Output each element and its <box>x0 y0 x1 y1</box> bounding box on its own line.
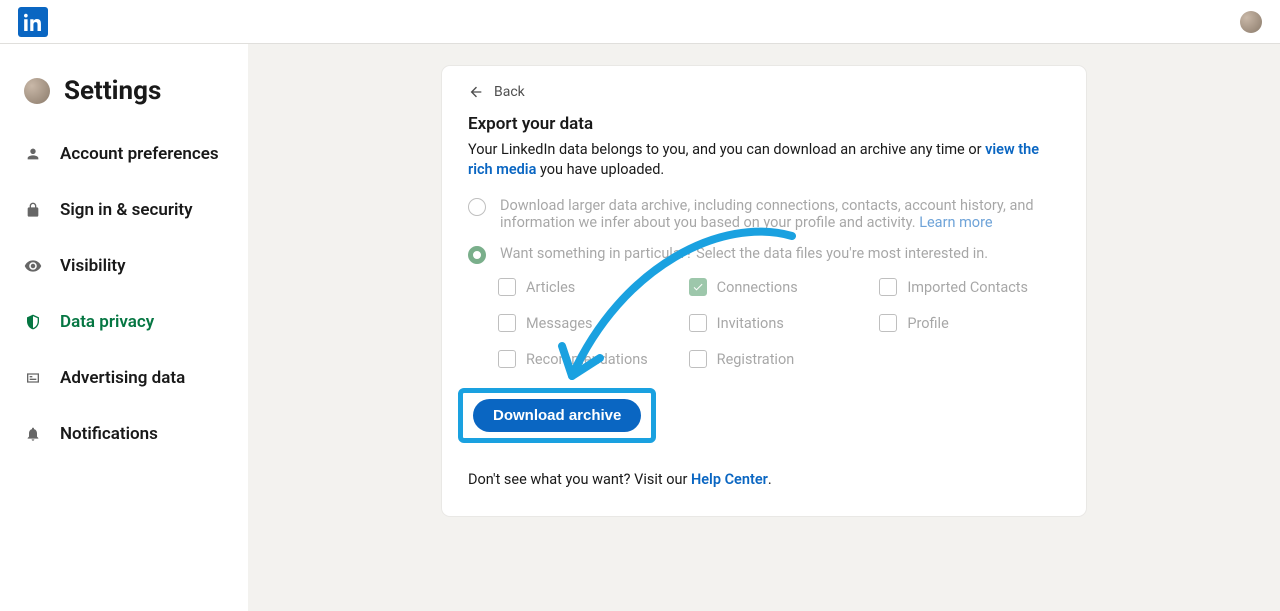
sidebar-item-label: Visibility <box>60 256 126 276</box>
checkbox-icon <box>689 278 707 296</box>
arrow-left-icon <box>468 84 484 100</box>
sidebar-item-label: Sign in & security <box>60 200 193 220</box>
person-icon <box>24 145 42 163</box>
learn-more-link[interactable]: Learn more <box>919 214 992 231</box>
lock-icon <box>24 201 42 219</box>
sidebar-item-visibility[interactable]: Visibility <box>0 238 248 294</box>
sidebar: Settings Account preferences Sign in & s… <box>0 44 248 611</box>
content-area: Back Export your data Your LinkedIn data… <box>248 44 1280 611</box>
checkbox-icon <box>498 350 516 368</box>
radio-option-full-archive[interactable]: Download larger data archive, including … <box>468 197 1060 231</box>
sidebar-item-account-preferences[interactable]: Account preferences <box>0 126 248 182</box>
annotation-highlight: Download archive <box>458 388 656 443</box>
top-bar <box>0 0 1280 44</box>
sidebar-item-signin-security[interactable]: Sign in & security <box>0 182 248 238</box>
bell-icon <box>24 425 42 443</box>
radio-icon <box>468 198 486 216</box>
sidebar-item-label: Data privacy <box>60 312 154 332</box>
shield-icon <box>24 313 42 331</box>
download-archive-button[interactable]: Download archive <box>473 399 641 432</box>
checkbox-imported-contacts[interactable]: Imported Contacts <box>879 278 1060 296</box>
sidebar-item-label: Account preferences <box>60 144 219 164</box>
eye-icon <box>24 257 42 275</box>
export-card: Back Export your data Your LinkedIn data… <box>442 66 1086 516</box>
checkbox-connections[interactable]: Connections <box>689 278 870 296</box>
checkbox-messages[interactable]: Messages <box>498 314 679 332</box>
sidebar-header: Settings <box>0 68 248 126</box>
back-button[interactable]: Back <box>468 84 1060 110</box>
linkedin-logo[interactable] <box>18 7 48 37</box>
sidebar-item-label: Advertising data <box>60 368 185 388</box>
sidebar-item-label: Notifications <box>60 424 158 444</box>
checkbox-grid: Articles Connections Imported Contacts <box>498 278 1060 368</box>
checkbox-icon <box>879 278 897 296</box>
linkedin-icon <box>24 13 42 31</box>
sidebar-avatar <box>24 78 50 104</box>
checkbox-articles[interactable]: Articles <box>498 278 679 296</box>
help-row: Don't see what you want? Visit our Help … <box>468 471 1060 488</box>
card-description: Your LinkedIn data belongs to you, and y… <box>468 140 1060 179</box>
help-center-link[interactable]: Help Center <box>691 471 768 488</box>
checkbox-recommendations[interactable]: Recommendations <box>498 350 679 368</box>
back-label: Back <box>494 84 525 100</box>
radio-option-specific-files[interactable]: Want something in particular? Select the… <box>468 245 1060 264</box>
checkbox-invitations[interactable]: Invitations <box>689 314 870 332</box>
checkbox-icon <box>498 314 516 332</box>
checkbox-icon <box>689 314 707 332</box>
checkbox-registration[interactable]: Registration <box>689 350 870 368</box>
avatar[interactable] <box>1240 11 1262 33</box>
sidebar-item-data-privacy[interactable]: Data privacy <box>0 294 248 350</box>
card-title: Export your data <box>468 114 1060 134</box>
ad-icon <box>24 369 42 387</box>
sidebar-item-advertising-data[interactable]: Advertising data <box>0 350 248 406</box>
checkbox-icon <box>498 278 516 296</box>
checkbox-icon <box>879 314 897 332</box>
sidebar-item-notifications[interactable]: Notifications <box>0 406 248 462</box>
checkbox-icon <box>689 350 707 368</box>
checkbox-profile[interactable]: Profile <box>879 314 1060 332</box>
sidebar-title: Settings <box>64 76 161 106</box>
radio-icon <box>468 246 486 264</box>
